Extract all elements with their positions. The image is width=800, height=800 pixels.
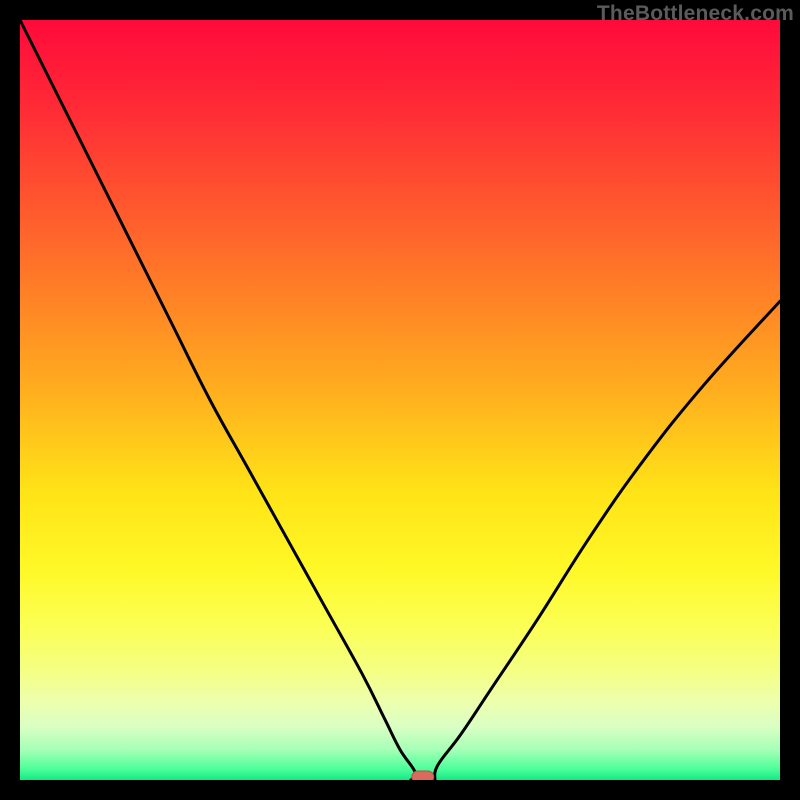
bottleneck-plot-svg [20,20,780,780]
gradient-background [20,20,780,780]
optimum-marker [412,771,434,780]
watermark-text: TheBottleneck.com [597,2,794,26]
chart-frame: TheBottleneck.com [0,0,800,800]
